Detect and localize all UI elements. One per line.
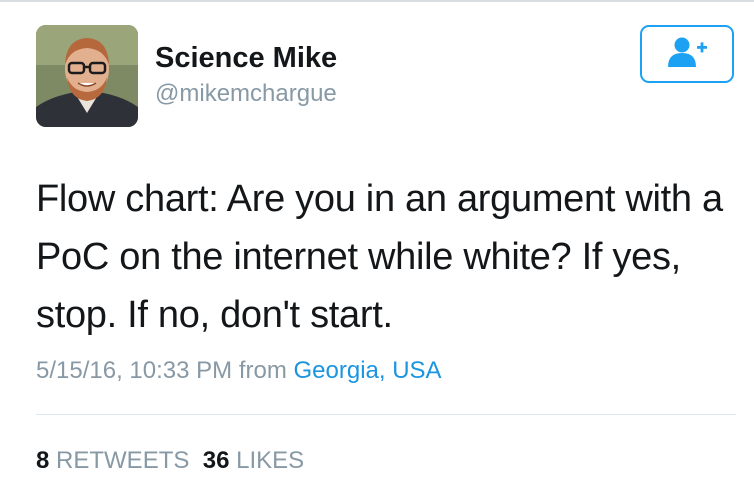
top-divider — [0, 0, 754, 2]
retweets-stat[interactable]: 8 RETWEETS — [36, 447, 189, 474]
add-user-icon — [665, 35, 709, 74]
tweet-stats: 8 RETWEETS 36 LIKES — [36, 447, 304, 475]
profile-photo-icon — [36, 25, 138, 127]
likes-stat[interactable]: 36 LIKES — [203, 447, 304, 474]
tweet-text: Flow chart: Are you in an argument with … — [36, 178, 723, 336]
tweet-meta: 5/15/16, 10:33 PM from Georgia, USA — [36, 357, 442, 385]
divider — [36, 414, 736, 415]
display-name[interactable]: Science Mike — [155, 42, 337, 75]
follow-button[interactable] — [640, 25, 734, 83]
likes-count: 36 — [202, 447, 230, 474]
tweet-timestamp[interactable]: 5/15/16, 10:33 PM — [36, 357, 232, 384]
tweet-location[interactable]: Georgia, USA — [293, 357, 441, 384]
likes-label: LIKES — [236, 447, 305, 474]
avatar[interactable] — [36, 25, 138, 127]
retweets-label: RETWEETS — [56, 447, 190, 474]
retweets-count: 8 — [36, 447, 50, 474]
from-label: from — [238, 357, 287, 384]
user-handle[interactable]: @mikemchargue — [155, 80, 337, 108]
